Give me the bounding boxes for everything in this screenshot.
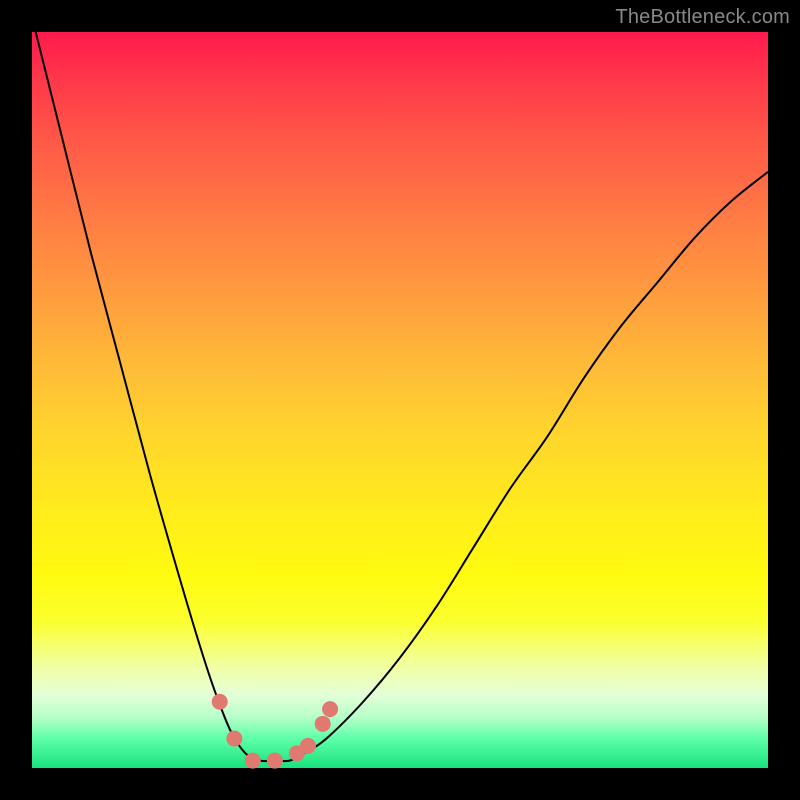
data-marker: [300, 738, 316, 754]
data-marker: [226, 731, 242, 747]
plot-area: [32, 32, 768, 768]
data-marker: [322, 701, 338, 717]
chart-frame: TheBottleneck.com: [0, 0, 800, 800]
data-marker: [315, 716, 331, 732]
watermark-text: TheBottleneck.com: [615, 6, 790, 29]
data-marker: [267, 753, 283, 769]
data-marker: [212, 694, 228, 710]
curve-svg: [32, 32, 768, 768]
bottleneck-curve: [32, 17, 768, 761]
data-marker: [245, 753, 261, 769]
